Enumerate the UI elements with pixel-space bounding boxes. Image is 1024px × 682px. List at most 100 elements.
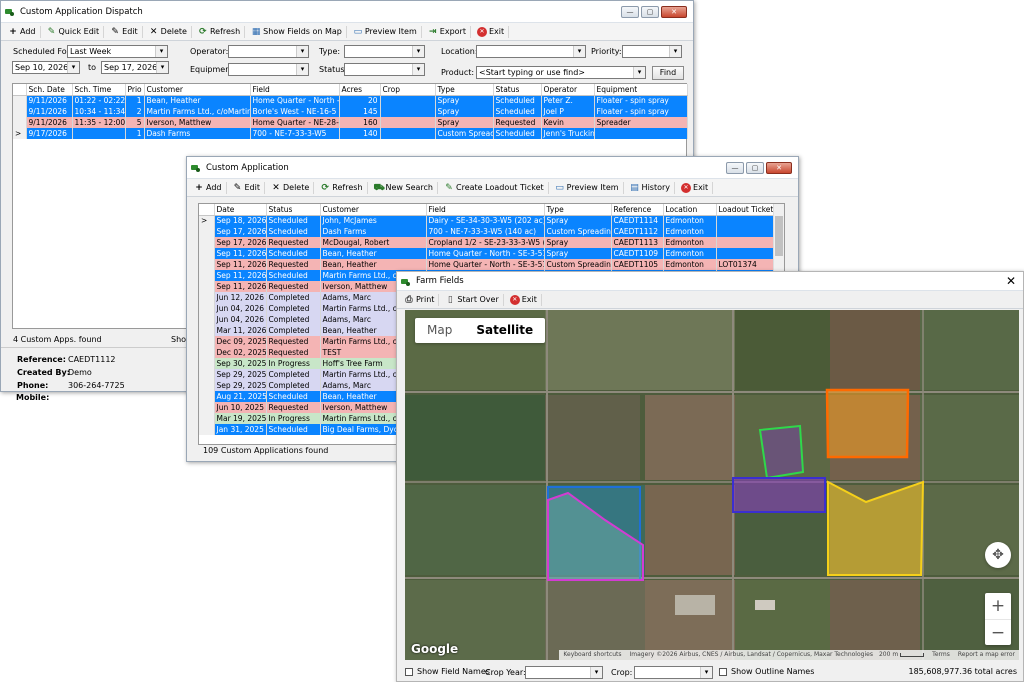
- preview-item-button[interactable]: ▭ Preview Item: [349, 25, 422, 38]
- delete-button[interactable]: ✕ Delete: [145, 25, 192, 38]
- maximize-button[interactable]: ▢: [641, 5, 659, 18]
- satellite-map[interactable]: Map Satellite ✥ + − Google Keyboard shor…: [405, 310, 1019, 660]
- new-search-button[interactable]: ⛟ New Search: [370, 181, 438, 194]
- custom-app-column-header[interactable]: Type: [544, 204, 612, 216]
- dispatch-column-header[interactable]: Equipment: [594, 84, 688, 96]
- dispatch-column-header[interactable]: Sch. Date: [26, 84, 73, 96]
- close-icon[interactable]: ✕: [1006, 274, 1016, 288]
- create-loadout-ticket-button[interactable]: ✎ Create Loadout Ticket: [440, 181, 549, 194]
- refresh-button[interactable]: ⟳ Refresh: [194, 25, 246, 38]
- custom-app-column-header[interactable]: Date: [214, 204, 267, 216]
- row-header[interactable]: [199, 325, 215, 336]
- show-outline-names-checkbox[interactable]: [719, 667, 727, 676]
- crop-select[interactable]: [634, 666, 713, 679]
- row-header[interactable]: [199, 226, 215, 237]
- dispatch-column-header[interactable]: Customer: [144, 84, 251, 96]
- row-header[interactable]: [199, 358, 215, 369]
- preview-item-button[interactable]: ▭ Preview Item: [551, 181, 624, 194]
- current-row-indicator[interactable]: >: [199, 215, 215, 226]
- field-outline-yellow[interactable]: [827, 480, 925, 576]
- quick-edit-button[interactable]: ✎ Quick Edit: [43, 25, 105, 38]
- show-field-names-option[interactable]: Show Field Names: [405, 667, 490, 676]
- row-header[interactable]: [199, 347, 215, 358]
- dispatch-table-row[interactable]: 9/11/2026 01:22 - 02:22 1 Bean, Heather Home…: [13, 95, 688, 106]
- dispatch-column-header[interactable]: Prio: [125, 84, 145, 96]
- show-fields-on-map-button[interactable]: ▦ Show Fields on Map: [247, 25, 347, 38]
- close-button[interactable]: ✕: [766, 161, 792, 174]
- type-select[interactable]: [344, 45, 425, 58]
- date-to-picker[interactable]: Sep 17, 2026: [101, 61, 169, 74]
- close-button[interactable]: ✕: [661, 5, 687, 18]
- row-header[interactable]: [199, 336, 215, 347]
- crop-year-select[interactable]: [525, 666, 603, 679]
- edit-button[interactable]: ✎ Edit: [106, 25, 143, 38]
- row-header[interactable]: [199, 292, 215, 303]
- row-header[interactable]: [199, 402, 215, 413]
- custom-app-column-header[interactable]: Loadout Ticket: [716, 204, 775, 216]
- operator-select[interactable]: [228, 45, 309, 58]
- custom-app-table-row[interactable]: Sep 17, 2026 Scheduled Dash Farms 700 - NE-…: [199, 226, 775, 237]
- delete-button[interactable]: ✕ Delete: [267, 181, 315, 194]
- add-button[interactable]: + Add: [4, 25, 41, 38]
- custom-app-table-row[interactable]: > Sep 18, 2026 Scheduled John, McJames Dairy…: [199, 215, 775, 226]
- dispatch-column-header[interactable]: Acres: [339, 84, 381, 96]
- row-header[interactable]: [199, 380, 215, 391]
- product-input[interactable]: <Start typing or use find>: [476, 66, 646, 79]
- dispatch-column-header[interactable]: Type: [435, 84, 494, 96]
- exit-button[interactable]: ✕ Exit: [506, 293, 542, 306]
- show-outline-names-option[interactable]: Show Outline Names: [719, 667, 814, 676]
- pegman-icon[interactable]: ✥: [985, 542, 1011, 568]
- custom-app-column-header[interactable]: Customer: [320, 204, 427, 216]
- custom-app-column-header[interactable]: Location: [663, 204, 717, 216]
- current-row-indicator[interactable]: >: [13, 128, 27, 139]
- edit-button[interactable]: ✎ Edit: [229, 181, 265, 194]
- row-header[interactable]: [199, 237, 215, 248]
- terms-link[interactable]: Terms: [928, 650, 954, 660]
- row-header[interactable]: [199, 281, 215, 292]
- history-button[interactable]: ▤ History: [626, 181, 676, 194]
- field-outline-orange[interactable]: [825, 388, 910, 459]
- minimize-button[interactable]: —: [621, 5, 639, 18]
- zoom-out-button[interactable]: −: [985, 619, 1011, 645]
- export-button[interactable]: ⇥ Export: [424, 25, 471, 38]
- dispatch-table-row[interactable]: >9/17/2026 1 Dash Farms 700 - NE-7-33-3-W5 1…: [13, 128, 688, 139]
- show-field-names-checkbox[interactable]: [405, 667, 413, 676]
- dispatch-table-row[interactable]: 9/11/2026 10:34 - 11:34 2 Martin Farms Ltd.…: [13, 106, 688, 117]
- row-header[interactable]: [199, 391, 215, 402]
- status-select[interactable]: [344, 63, 425, 76]
- field-outline-purple[interactable]: [732, 477, 826, 513]
- satellite-tab[interactable]: Satellite: [464, 318, 545, 343]
- refresh-button[interactable]: ⟳ Refresh: [316, 181, 368, 194]
- keyboard-shortcuts-link[interactable]: Keyboard shortcuts: [559, 650, 625, 660]
- row-header[interactable]: [199, 424, 215, 435]
- minimize-button[interactable]: —: [726, 161, 744, 174]
- row-header[interactable]: [13, 117, 27, 128]
- row-header[interactable]: [199, 413, 215, 424]
- add-button[interactable]: + Add: [190, 181, 227, 194]
- row-header[interactable]: [199, 369, 215, 380]
- maximize-button[interactable]: ▢: [746, 161, 764, 174]
- date-from-picker[interactable]: Sep 10, 2026: [12, 61, 80, 74]
- row-header[interactable]: [199, 259, 215, 270]
- location-select[interactable]: [476, 45, 586, 58]
- map-tab[interactable]: Map: [415, 318, 464, 343]
- print-button[interactable]: ⎙ Print: [400, 293, 440, 306]
- report-map-error-link[interactable]: Report a map error: [954, 650, 1019, 660]
- custom-app-column-header[interactable]: Field: [426, 204, 545, 216]
- custom-app-table-row[interactable]: Sep 11, 2026 Requested Bean, Heather Home Q…: [199, 259, 775, 270]
- row-header[interactable]: [199, 314, 215, 325]
- row-header[interactable]: [199, 270, 215, 281]
- dispatch-column-header[interactable]: Crop: [380, 84, 436, 96]
- find-button[interactable]: Find: [652, 66, 684, 80]
- field-outline-green[interactable]: [758, 424, 805, 480]
- custom-app-column-header[interactable]: Status: [266, 204, 321, 216]
- row-header[interactable]: [199, 303, 215, 314]
- custom-app-column-header[interactable]: Reference: [611, 204, 664, 216]
- row-header[interactable]: [199, 248, 215, 259]
- zoom-in-button[interactable]: +: [985, 593, 1011, 619]
- dispatch-column-header[interactable]: Field: [250, 84, 340, 96]
- scrollbar-thumb[interactable]: [775, 216, 783, 256]
- row-header[interactable]: [13, 106, 27, 117]
- exit-button[interactable]: ✕ Exit: [473, 25, 510, 38]
- scheduled-for-select[interactable]: Last Week: [67, 45, 168, 58]
